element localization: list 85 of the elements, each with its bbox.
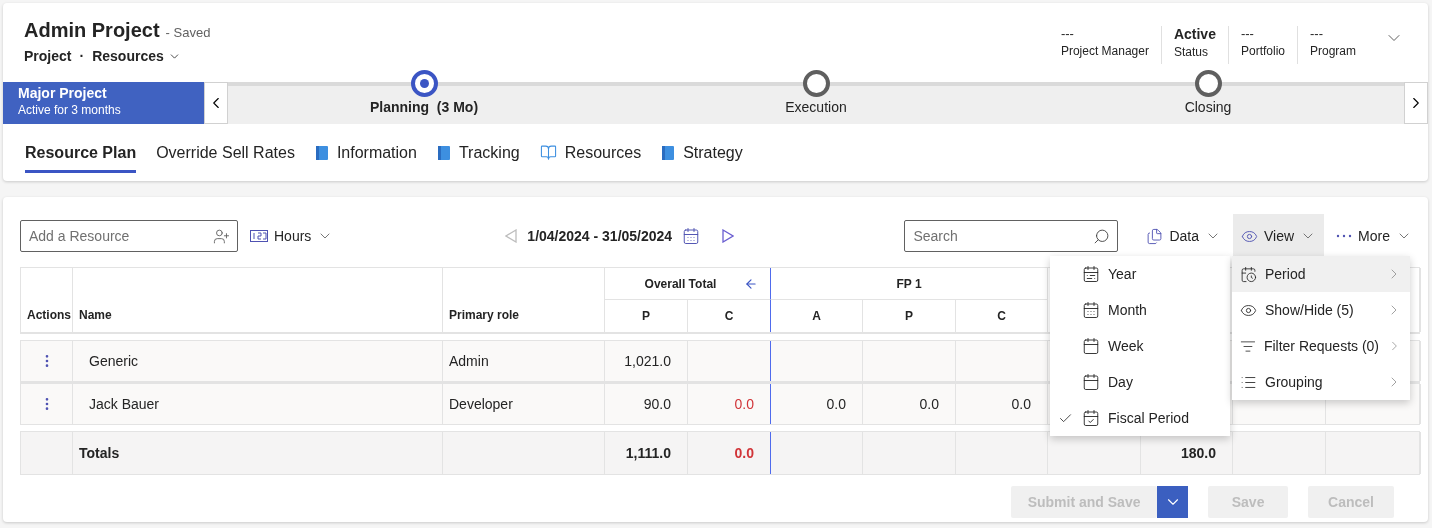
menu-item[interactable]: Year	[1050, 256, 1230, 292]
calendar-clock-icon	[1240, 265, 1257, 283]
open-book-icon	[539, 144, 557, 161]
table-cell: Jack Bauer	[89, 396, 160, 412]
arrow-left-icon[interactable]	[744, 276, 758, 291]
breadcrumb-link[interactable]: Project	[24, 48, 72, 64]
breadcrumb-link[interactable]: Resources	[92, 48, 181, 64]
field-value: Active	[1173, 26, 1216, 42]
menu-item[interactable]: Filter Requests (0)	[1232, 328, 1410, 364]
calendar-check-icon	[1082, 409, 1100, 427]
record-title: Admin Project	[24, 19, 160, 41]
calendar-icon[interactable]	[682, 227, 701, 245]
tab[interactable]: Strategy	[661, 124, 743, 173]
table-cell: 0.0	[826, 396, 846, 412]
stage-label[interactable]: Execution	[785, 99, 847, 115]
search-field[interactable]: Search	[904, 220, 1119, 252]
column-group-header: FP 1	[771, 268, 1048, 300]
table-cell: 1,021.0	[624, 353, 671, 369]
table-cell: 90.0	[643, 396, 671, 412]
field-value: ---	[1240, 26, 1255, 41]
book-icon	[661, 144, 676, 161]
tab[interactable]: Resources	[539, 124, 642, 173]
files-icon	[1146, 227, 1164, 245]
total-cell: 0.0	[734, 445, 754, 461]
total-cell: 1,111.0	[625, 445, 671, 461]
book-icon	[436, 144, 451, 161]
stage-marker[interactable]	[1194, 70, 1222, 97]
tab[interactable]: Override Sell Rates	[156, 124, 295, 173]
process-name: Major Project	[18, 85, 108, 101]
toolbar-dropdown[interactable]: View	[1233, 214, 1325, 258]
table-cell: Admin	[449, 353, 489, 369]
table-cell: Generic	[89, 353, 139, 369]
field-value: ---	[1310, 26, 1324, 41]
menu-item[interactable]: Week	[1050, 328, 1230, 364]
field-label: Project Manager	[1060, 44, 1149, 58]
process-duration: Active for 3 months	[18, 103, 122, 117]
calendar-icon	[1082, 301, 1100, 319]
table-cell: 0.0	[1011, 396, 1031, 412]
separator: ·	[79, 48, 85, 64]
column-header: Primary role	[443, 268, 605, 332]
column-header: P	[605, 300, 688, 332]
column-header: P	[863, 300, 956, 332]
tab[interactable]: Information	[314, 124, 417, 173]
tab[interactable]: Tracking	[436, 124, 520, 173]
menu-item[interactable]: Grouping	[1232, 364, 1410, 400]
menu-item[interactable]: Period	[1232, 256, 1410, 292]
save-status: - Saved	[165, 25, 211, 40]
tab[interactable]: Resource Plan	[25, 124, 137, 173]
column-header: Name	[73, 268, 443, 332]
stage-marker[interactable]	[802, 70, 830, 97]
process-flag[interactable]: Major Project Active for 3 months	[3, 82, 204, 124]
unit-dropdown[interactable]: Hours	[242, 214, 342, 258]
person-add-icon	[213, 228, 230, 245]
calendar-icon	[1082, 337, 1100, 355]
totals-label: Totals	[79, 445, 120, 461]
calendar-range-icon	[1082, 265, 1100, 283]
stage-label[interactable]: Closing	[1184, 99, 1232, 115]
calendar-icon	[1082, 373, 1100, 391]
column-header: C	[688, 300, 771, 332]
field-label: Program	[1310, 44, 1356, 58]
table-cell: 0.0	[734, 396, 754, 412]
column-header: Actions	[21, 268, 73, 332]
date-range: 1/04/2024 - 31/05/2024	[527, 228, 673, 244]
total-cell: 180.0	[1180, 445, 1216, 461]
menu-item[interactable]: Show/Hide (5)	[1232, 292, 1410, 328]
column-header: C	[956, 300, 1048, 332]
number-icon	[250, 230, 268, 242]
next-icon[interactable]	[722, 229, 735, 243]
column-header: A	[771, 300, 863, 332]
resource-input-field[interactable]: Add a Resource	[20, 220, 238, 252]
column-group-header: Overall Total	[605, 268, 771, 300]
field-label: Portfolio	[1240, 44, 1285, 58]
search-icon	[1093, 228, 1111, 245]
more-icon	[1336, 234, 1353, 238]
table-cell: 0.0	[919, 396, 939, 412]
stage-marker[interactable]	[410, 70, 438, 97]
menu-item[interactable]: Month	[1050, 292, 1230, 328]
table-cell: Developer	[449, 396, 513, 412]
field-label: Status	[1173, 45, 1209, 59]
menu-item[interactable]: Day	[1050, 364, 1230, 400]
stage-label[interactable]: Planning (3 Mo)	[369, 99, 479, 115]
book-icon	[314, 144, 329, 161]
menu-item[interactable]: Fiscal Period	[1050, 400, 1230, 436]
toolbar-dropdown[interactable]: Data	[1138, 214, 1229, 258]
field-value: ---	[1060, 26, 1075, 41]
